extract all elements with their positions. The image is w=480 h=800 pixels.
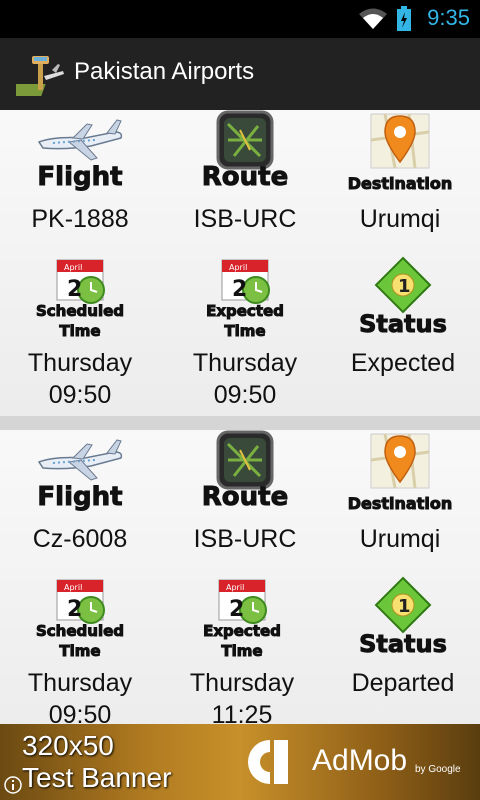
expected-label-line2: Time <box>221 642 263 661</box>
flight-cell: Flight PK-1888 <box>0 110 160 250</box>
action-bar: Pakistan Airports <box>0 38 480 111</box>
wifi-icon <box>359 8 387 29</box>
scheduled-label-line1: Scheduled <box>35 302 124 321</box>
calendar-day-text: 2 <box>232 277 247 302</box>
destination-label: Destination <box>347 494 453 514</box>
scheduled-label-line2: Time <box>59 642 101 661</box>
destination-value: Urumqi <box>359 525 441 553</box>
map-pin-icon <box>370 113 430 169</box>
flight-label: Flight <box>37 162 123 193</box>
route-label: Route <box>201 162 289 193</box>
scheduled-time-cell: April 2 Scheduled Time Thursday 09:50 <box>0 256 160 416</box>
route-cell: Route ISB-URC <box>165 110 325 250</box>
status-cell: 1 Status Departed <box>323 576 480 724</box>
scheduled-label-line2: Time <box>59 322 101 341</box>
expected-label-line2: Time <box>224 322 266 341</box>
destination-cell: Destination Urumqi <box>320 430 480 570</box>
scheduled-time-cell: April 2 Scheduled Time Thursday 09:50 <box>0 576 160 724</box>
status-value: Departed <box>351 669 455 697</box>
expected-time-cell: April 2 Expected Time Thursday 09:50 <box>165 256 325 416</box>
scheduled-label-line1: Scheduled <box>35 622 124 641</box>
map-pin-icon <box>370 433 430 489</box>
status-label: Status <box>359 630 448 659</box>
expected-time: 11:25 <box>211 701 273 724</box>
flight-list[interactable]: Flight PK-1888 Route ISB-URC Destination… <box>0 110 480 724</box>
scheduled-time: 09:50 <box>48 701 112 724</box>
ad-size-text: 320x50 <box>22 730 114 761</box>
calendar-month-text: April <box>64 263 82 272</box>
flight-number: Cz-6008 <box>32 525 128 553</box>
status-badge-text: 1 <box>398 596 411 617</box>
destination-value: Urumqi <box>359 205 441 233</box>
expected-time: 09:50 <box>213 381 277 409</box>
expected-label-line1: Expected <box>203 622 282 641</box>
status-cell: 1 Status Expected <box>323 256 480 416</box>
card-divider <box>0 416 480 430</box>
scheduled-day: Thursday <box>27 349 133 377</box>
flight-number: PK-1888 <box>31 205 129 233</box>
expected-day: Thursday <box>189 669 295 697</box>
calendar-day-text: 2 <box>67 597 82 622</box>
flight-label: Flight <box>37 482 123 513</box>
destination-cell: Destination Urumqi <box>320 110 480 250</box>
battery-icon <box>397 6 411 31</box>
flight-cell: Flight Cz-6008 <box>0 430 160 570</box>
status-time: 9:35 <box>427 5 470 30</box>
expected-day: Thursday <box>192 349 298 377</box>
flight-card[interactable]: Flight Cz-6008 Route ISB-URC Destination… <box>0 430 480 724</box>
status-label: Status <box>359 310 448 339</box>
flight-card[interactable]: Flight PK-1888 Route ISB-URC Destination… <box>0 110 480 416</box>
page-title: Pakistan Airports <box>74 58 255 85</box>
admob-logo-icon <box>248 740 288 784</box>
status-badge-text: 1 <box>398 276 411 297</box>
route-cell: Route ISB-URC <box>165 430 325 570</box>
expected-time-cell: April 2 Expected Time Thursday 11:25 <box>162 576 322 724</box>
route-value: ISB-URC <box>193 525 297 553</box>
calendar-month-text: April <box>64 583 82 592</box>
admob-byline-text: by Google <box>415 764 461 775</box>
status-bar: 9:35 <box>0 0 480 38</box>
scheduled-day: Thursday <box>27 669 133 697</box>
expected-label-line1: Expected <box>206 302 285 321</box>
destination-label: Destination <box>347 174 453 194</box>
status-value: Expected <box>350 349 456 377</box>
route-label: Route <box>201 482 289 513</box>
ad-test-banner-text: Test Banner <box>22 762 172 793</box>
airport-app-icon[interactable] <box>16 50 66 100</box>
calendar-month-text: April <box>229 263 247 272</box>
admob-brand-text: AdMob <box>312 744 408 777</box>
calendar-day-text: 2 <box>229 597 244 622</box>
route-value: ISB-URC <box>193 205 297 233</box>
calendar-day-text: 2 <box>67 277 82 302</box>
ad-banner[interactable]: 320x50 Test Banner AdMob by Google <box>0 724 480 800</box>
info-icon[interactable] <box>4 776 22 794</box>
calendar-month-text: April <box>226 583 244 592</box>
scheduled-time: 09:50 <box>48 381 112 409</box>
